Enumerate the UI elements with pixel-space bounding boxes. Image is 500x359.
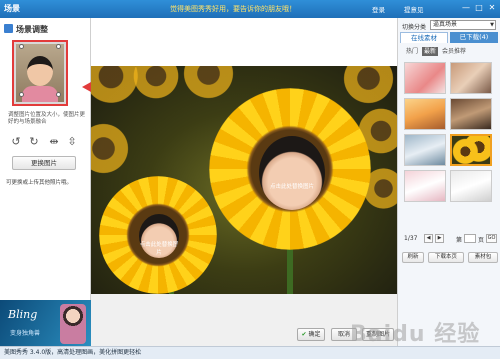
confirm-label: 确定 [308,331,321,338]
chevron-down-icon: ▼ [490,22,494,28]
resize-handle[interactable] [56,92,61,97]
login-link[interactable]: 登录 [372,4,385,14]
next-page-button[interactable]: ▶ [435,234,444,243]
material-actions: 刷新 下载本页 素材包 [402,252,498,263]
minimize-button[interactable]: — [461,3,471,13]
app-title: 场景 [4,4,20,13]
category-select[interactable]: 逼真场景 ▼ [430,20,496,30]
category-value: 逼真场景 [433,21,458,28]
flip-horizontal-icon[interactable]: ⇹ [48,136,60,148]
ad-title: Bling [8,308,38,321]
background-flower [91,121,131,176]
go-button[interactable]: GO [486,234,497,243]
transform-toolbar: ↺ ↻ ⇹ ⇳ [10,136,86,150]
adjust-help-text: 调整图片位置及大小，使图片更好的与场景融合 [8,112,86,125]
large-face-slot[interactable]: 点击此处替换图片 [259,136,325,210]
material-thumbnail[interactable] [404,98,446,130]
material-tabs: 在线素材 已下载(4) [400,32,498,43]
ad-portrait-image [60,304,86,344]
subtab-hot[interactable]: 热门 [404,47,420,56]
rotate-right-icon[interactable]: ↻ [28,136,40,148]
scene-canvas[interactable]: 点击此处替换图片 点击此处替换图片 [91,66,397,294]
confirm-button[interactable]: ✔ 确定 [297,328,325,341]
thumbnail-face [27,56,53,86]
ad-banner[interactable]: Bling 变身独角兽 [0,300,91,346]
right-panel: 切换分类 逼真场景 ▼ 在线素材 已下载(4) 热门 最新 会员推荐 1/37 … [397,18,500,346]
tab-downloaded[interactable]: 已下载(4) [450,32,498,43]
thumbnail-body [22,86,58,102]
replace-image-button[interactable]: 更换图片 [12,156,76,170]
left-panel: 场景调整 调整图片位置及大小，使图片更好的与场景融合 ↺ ↻ ⇹ ⇳ 更换图片 … [0,18,112,346]
maximize-button[interactable]: □ [474,3,484,13]
status-text: 美图秀秀 3.4.0版，高清处理图画，美化拼图更轻松 [4,349,142,356]
material-thumbnail[interactable] [404,134,446,166]
page-number-input[interactable] [464,234,476,243]
background-flower [181,66,236,101]
material-thumbnail[interactable] [450,62,492,94]
page-indicator: 1/37 [404,235,418,242]
material-library-button[interactable]: 素材包 [468,252,498,263]
material-thumbnail[interactable] [450,170,492,202]
resize-handle[interactable] [19,92,24,97]
title-slogan: 觉得美图秀秀好用，要告诉你的朋友哦！ [170,5,296,13]
pagination: 1/37 ◀ ▶ 第 页 GO [404,234,498,244]
resize-handle[interactable] [56,44,61,49]
download-page-label: 下载本页 [434,254,457,260]
page-suffix: 页 [478,237,485,244]
status-bar: 美图秀秀 3.4.0版，高清处理图画，美化拼图更轻松 [0,346,500,359]
flip-vertical-icon[interactable]: ⇳ [66,136,78,148]
download-page-button[interactable]: 下载本页 [428,252,464,263]
photo-thumbnail[interactable] [12,40,68,106]
page-prefix: 第 [456,237,463,244]
background-flower [131,66,181,101]
scene-adjust-label: 场景调整 [16,25,48,34]
scene-icon [4,24,13,33]
subtab-member-pick[interactable]: 会员推荐 [440,47,468,56]
material-thumbnail[interactable] [450,98,492,130]
replace-image-label: 更换图片 [31,159,57,167]
baidu-watermark: Baidu 经验 [350,322,481,347]
check-icon: ✔ [301,331,307,338]
close-button[interactable]: ✕ [487,3,497,13]
small-face-slot[interactable]: 点击此处替换图片 [139,214,179,258]
small-face-label: 点击此处替换图片 [139,242,179,256]
large-face-label: 点击此处替换图片 [269,184,314,190]
title-bar: 场景 觉得美图秀秀好用，要告诉你的朋友哦！ 登录 提意见 — □ ✕ [0,0,500,18]
refresh-button[interactable]: 刷新 [402,252,424,263]
resize-handle[interactable] [19,44,24,49]
tab-online-materials[interactable]: 在线素材 [400,32,448,43]
ad-subtitle: 变身独角兽 [10,330,41,337]
cancel-label: 取消 [337,331,350,338]
library-label: 素材包 [474,254,492,260]
subtab-newest[interactable]: 最新 [422,47,439,56]
rotate-left-icon[interactable]: ↺ [10,136,22,148]
replace-note: 可更换或上传其他照片哦。 [6,180,73,186]
material-thumbnail[interactable] [404,170,446,202]
feedback-link[interactable]: 提意见 [404,4,424,14]
material-thumbnail[interactable] [404,62,446,94]
background-flower [341,66,396,106]
category-label: 切换分类 [402,24,427,31]
prev-page-button[interactable]: ◀ [424,234,433,243]
refresh-label: 刷新 [407,254,419,260]
scene-adjust-title: 场景调整 [4,24,48,35]
material-thumbnail-selected[interactable] [450,134,492,166]
